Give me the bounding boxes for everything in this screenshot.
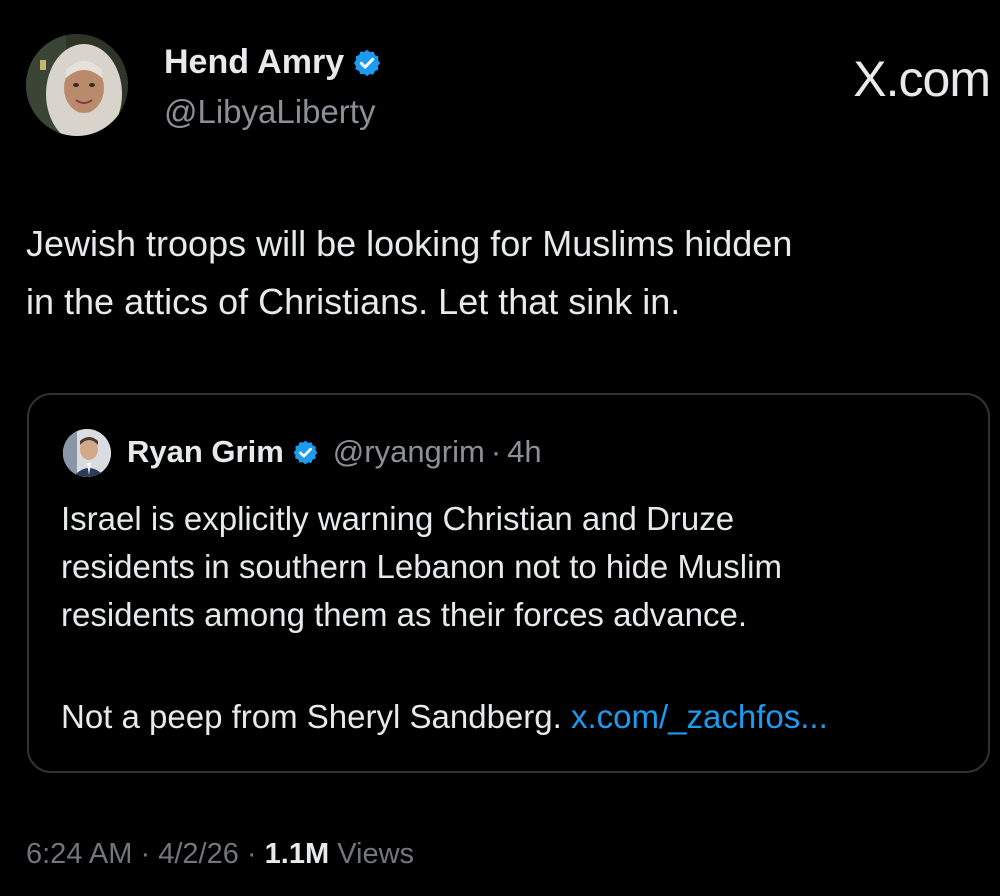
quoted-text-line: residents among them as their forces adv… — [61, 596, 748, 633]
x-com-watermark: X.com — [853, 51, 991, 107]
tweet-text: Jewish troops will be looking for Muslim… — [26, 215, 991, 331]
quoted-timestamp[interactable]: 4h — [507, 434, 541, 470]
separator-dot: · — [246, 838, 257, 870]
quoted-author-name[interactable]: Ryan Grim — [127, 434, 284, 470]
separator-dot: · — [490, 434, 502, 469]
verified-badge-icon — [352, 48, 382, 78]
tweet-time[interactable]: 6:24 AM — [26, 838, 132, 870]
quoted-link[interactable]: x.com/_zachfos... — [571, 698, 828, 735]
author-name[interactable]: Hend Amry — [164, 43, 344, 82]
author-handle[interactable]: @LibyaLiberty — [164, 93, 375, 131]
author-name-row: Hend Amry — [164, 43, 382, 82]
tweet-date[interactable]: 4/2/26 — [158, 838, 239, 870]
quoted-text-line: Not a peep from Sheryl Sandberg. — [61, 698, 562, 735]
quoted-text-line: residents in southern Lebanon not to hid… — [61, 548, 782, 585]
quoted-author-avatar[interactable] — [63, 429, 111, 477]
quoted-tweet-card[interactable]: Ryan Grim @ryangrim · 4h Israel is expli… — [27, 393, 990, 773]
quoted-tweet-text: Israel is explicitly warning Christian a… — [61, 495, 981, 639]
quoted-author-handle[interactable]: @ryangrim — [333, 434, 485, 470]
tweet-text-line: Jewish troops will be looking for Muslim… — [26, 223, 793, 264]
views-label: Views — [337, 838, 415, 870]
quoted-text-line: Israel is explicitly warning Christian a… — [61, 500, 735, 537]
tweet-text-line: in the attics of Christians. Let that si… — [26, 281, 681, 322]
verified-badge-icon — [292, 439, 319, 466]
quoted-tweet-header: Ryan Grim @ryangrim · 4h — [127, 434, 542, 470]
quoted-tweet-text-footer: Not a peep from Sheryl Sandberg. x.com/_… — [61, 693, 981, 741]
author-avatar[interactable] — [26, 34, 128, 136]
views-count[interactable]: 1.1M — [265, 838, 329, 870]
separator-dot: · — [140, 838, 151, 870]
tweet-meta: 6:24 AM · 4/2/26 · 1.1M Views — [26, 838, 414, 871]
